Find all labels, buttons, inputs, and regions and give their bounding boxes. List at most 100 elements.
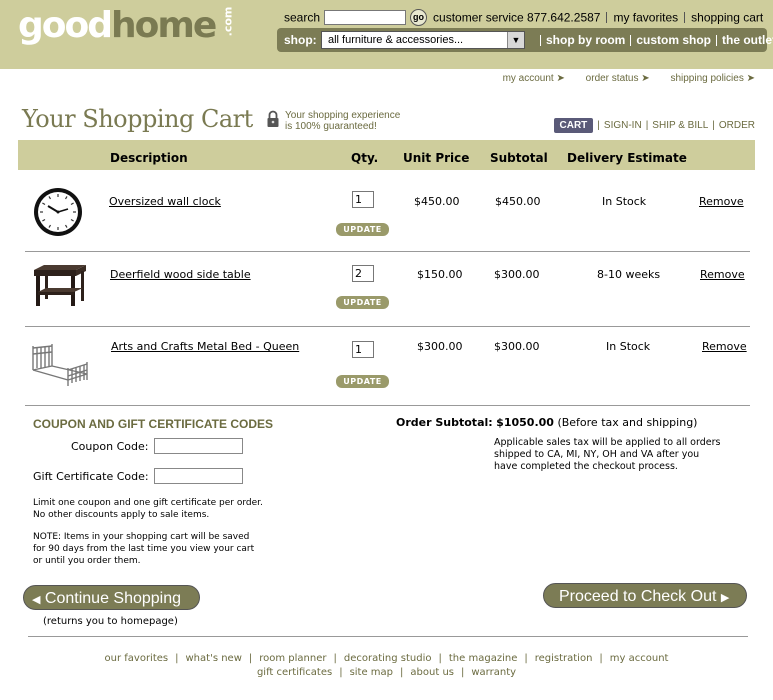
delivery-estimate: 8-10 weeks xyxy=(597,268,661,281)
footer-links-row-2: gift certificates | site map | about us | warr… xyxy=(256,667,517,678)
limit-note: Limit one coupon and one gift certificat… xyxy=(33,498,263,520)
quantity-input[interactable]: 2 xyxy=(352,265,374,282)
chevron-right-icon: ▶ xyxy=(720,592,730,604)
divider xyxy=(606,12,608,23)
chevron-left-icon: ◀ xyxy=(32,594,41,606)
divider xyxy=(540,35,541,47)
footer-link-about-us[interactable]: about us xyxy=(410,667,454,678)
coupon-code-input[interactable] xyxy=(154,438,243,454)
lock-icon xyxy=(267,110,279,127)
cart-save-note: NOTE: Items in your shopping cart will b… xyxy=(33,532,255,566)
unit-price: $450.00 xyxy=(414,195,460,208)
continue-shopping-button[interactable]: ◀ Continue Shopping xyxy=(23,585,200,610)
logo-com: .com xyxy=(221,6,235,37)
checkout-steps: CART | SIGN-IN | SHIP & BILL | ORDER xyxy=(553,118,755,133)
step-sign-in: SIGN-IN xyxy=(603,120,642,131)
row-divider xyxy=(25,326,750,327)
update-button[interactable]: UPDATE xyxy=(336,223,389,236)
page-title: Your Shopping Cart xyxy=(22,105,253,133)
logo-good: good xyxy=(18,5,113,46)
footer-link-whats-new[interactable]: what's new xyxy=(186,653,242,664)
account-nav: my account ➤ order status ➤ shipping pol… xyxy=(485,73,755,84)
col-subtotal: Subtotal xyxy=(490,151,548,165)
go-button[interactable]: go xyxy=(410,9,428,26)
divider xyxy=(630,35,632,47)
goodhome-logo[interactable]: goodhome .com xyxy=(18,5,245,46)
footer-link-my-account[interactable]: my account xyxy=(610,653,669,664)
order-subtotal-qualifier: (Before tax and shipping) xyxy=(557,416,698,429)
footer-links-row-1: our favorites | what's new | room planner | de… xyxy=(104,653,669,664)
cart-table-header: Description Qty. Unit Price Subtotal Del… xyxy=(18,140,755,170)
chevron-down-icon[interactable]: ▼ xyxy=(507,32,524,48)
step-ship-bill: SHIP & BILL xyxy=(652,120,709,131)
unit-price: $150.00 xyxy=(417,268,463,281)
continue-shopping-note: (returns you to homepage) xyxy=(43,616,178,627)
my-account-link[interactable]: my account ➤ xyxy=(503,73,565,84)
order-subtotal-amount: $1050.00 xyxy=(496,416,554,429)
col-description: Description xyxy=(110,151,188,165)
top-utility-links: search go customer service 877.642.2587 my … xyxy=(284,9,763,26)
line-subtotal: $450.00 xyxy=(495,195,541,208)
my-favorites-link[interactable]: my favorites xyxy=(613,11,678,25)
quantity-input[interactable]: 1 xyxy=(352,341,374,358)
search-label: search xyxy=(284,10,321,25)
footer-link-the-magazine[interactable]: the magazine xyxy=(449,653,517,664)
step-order: ORDER xyxy=(718,120,755,131)
proceed-to-checkout-button[interactable]: Proceed to Check Out ▶ xyxy=(543,583,747,608)
remove-link[interactable]: Remove xyxy=(700,268,745,281)
guarantee-text: Your shopping experience is 100% guarant… xyxy=(285,110,401,132)
wall-clock-image xyxy=(34,188,82,236)
col-delivery-estimate: Delivery Estimate xyxy=(567,151,687,165)
shop-bar: shop: all furniture & accessories... ▼ s… xyxy=(277,28,773,52)
shop-label: shop: xyxy=(284,33,317,47)
footer-link-registration[interactable]: registration xyxy=(535,653,593,664)
footer-link-warranty[interactable]: warranty xyxy=(471,667,516,678)
shipping-policies-link[interactable]: shipping policies ➤ xyxy=(670,73,755,84)
order-subtotal: Order Subtotal: $1050.00 (Before tax and… xyxy=(396,416,697,429)
coupon-section-title: COUPON AND GIFT CERTIFICATE CODES xyxy=(33,417,273,431)
step-cart: CART xyxy=(553,118,594,133)
delivery-estimate: In Stock xyxy=(602,195,647,208)
order-subtotal-label: Order Subtotal: xyxy=(396,416,493,429)
custom-shop-link[interactable]: custom shop xyxy=(636,33,711,47)
row-divider xyxy=(25,251,750,252)
col-unit-price: Unit Price xyxy=(403,151,470,165)
footer-link-room-planner[interactable]: room planner xyxy=(259,653,326,664)
row-divider xyxy=(25,405,750,406)
divider xyxy=(684,12,686,23)
remove-link[interactable]: Remove xyxy=(702,340,747,353)
gift-certificate-label: Gift Certificate Code: xyxy=(33,470,149,483)
footer-link-our-favorites[interactable]: our favorites xyxy=(105,653,169,664)
gift-certificate-input[interactable] xyxy=(154,468,243,484)
footer-link-decorating-studio[interactable]: decorating studio xyxy=(344,653,432,664)
the-outlet-link[interactable]: the outlet xyxy=(722,33,773,47)
remove-link[interactable]: Remove xyxy=(699,195,744,208)
shop-category-select[interactable]: all furniture & accessories... ▼ xyxy=(321,31,525,49)
footer-divider xyxy=(28,636,748,637)
update-button[interactable]: UPDATE xyxy=(336,375,389,388)
search-input[interactable] xyxy=(324,10,407,25)
delivery-estimate: In Stock xyxy=(606,340,651,353)
line-subtotal: $300.00 xyxy=(494,340,540,353)
item-name-link[interactable]: Deerfield wood side table xyxy=(110,268,251,281)
tax-note: Applicable sales tax will be applied to … xyxy=(494,437,721,472)
unit-price: $300.00 xyxy=(417,340,463,353)
line-subtotal: $300.00 xyxy=(494,268,540,281)
shop-links: shop by room custom shop the outlet xyxy=(535,33,773,47)
col-qty: Qty. xyxy=(351,151,379,165)
shop-select-value: all furniture & accessories... xyxy=(328,34,464,46)
side-table-image xyxy=(34,265,86,306)
update-button[interactable]: UPDATE xyxy=(336,296,389,309)
quantity-input[interactable]: 1 xyxy=(352,191,374,208)
logo-home: home xyxy=(111,5,217,46)
order-status-link[interactable]: order status ➤ xyxy=(586,73,650,84)
footer-link-gift-certificates[interactable]: gift certificates xyxy=(257,667,332,678)
shop-by-room-link[interactable]: shop by room xyxy=(546,33,625,47)
metal-bed-image xyxy=(32,344,88,386)
coupon-code-label: Coupon Code: xyxy=(71,440,149,453)
footer-link-site-map[interactable]: site map xyxy=(350,667,393,678)
shopping-cart-link[interactable]: shopping cart xyxy=(691,11,763,25)
item-name-link[interactable]: Oversized wall clock xyxy=(109,195,221,208)
divider xyxy=(716,35,718,47)
item-name-link[interactable]: Arts and Crafts Metal Bed - Queen xyxy=(111,340,299,353)
